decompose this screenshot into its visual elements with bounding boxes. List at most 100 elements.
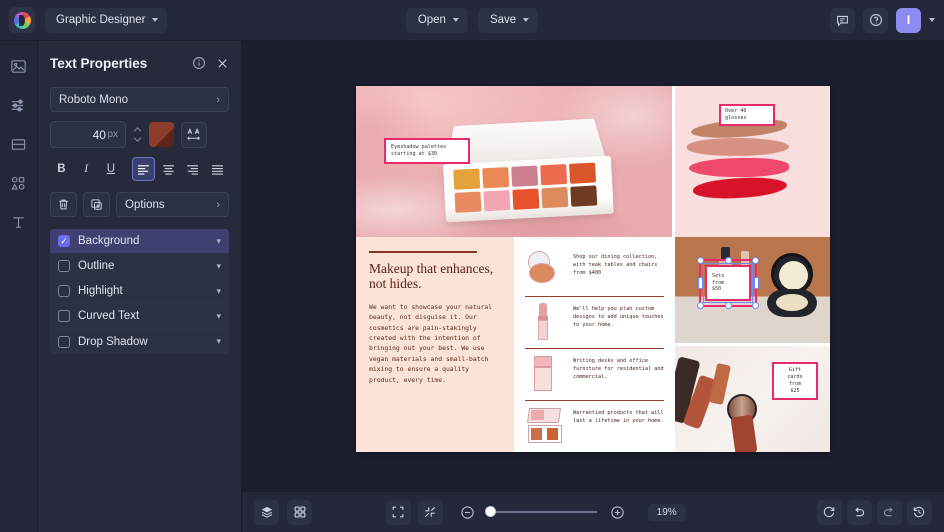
align-right-button[interactable]	[181, 157, 204, 181]
sidebar-item-shapes[interactable]	[8, 172, 30, 194]
editorial-copy-cell[interactable]: Makeup that enhances, not hides. We want…	[356, 237, 514, 452]
feature-list-cell[interactable]: Shop our dining collection, with teak ta…	[514, 237, 672, 452]
zoom-slider-knob[interactable]	[484, 506, 496, 517]
zoom-slider[interactable]	[484, 506, 597, 517]
font-family-select[interactable]: Roboto Mono ›	[50, 87, 229, 112]
resize-handle-left[interactable]	[697, 277, 703, 289]
resize-handle-bottom-left[interactable]	[697, 302, 704, 309]
italic-button[interactable]: I	[75, 157, 98, 181]
sidebar-item-layout[interactable]	[8, 133, 30, 155]
blush-palette-art	[525, 406, 565, 446]
label-eyeshadow[interactable]: Eyeshadow palettes starting at $30	[384, 138, 470, 164]
zoom-level-display[interactable]: 19%	[647, 503, 686, 521]
effect-row-curved-text[interactable]: Curved Text ▾	[50, 304, 229, 329]
user-avatar[interactable]: I	[896, 7, 921, 33]
sets-photo-cell[interactable]: Sets from $50	[675, 237, 830, 343]
right-column: Sets from $50 Gift cards from $25	[672, 237, 830, 452]
resize-handle-top[interactable]	[724, 257, 732, 264]
align-center-button[interactable]	[157, 157, 180, 181]
history-button[interactable]	[906, 499, 932, 525]
effect-row-drop-shadow[interactable]: Drop Shadow ▾	[50, 329, 229, 354]
effects-accordion-list: ✓ Background ▾ Outline ▾ Highlight ▾ Cur…	[50, 229, 229, 354]
resize-handle-top-right[interactable]	[752, 257, 759, 264]
list-item-text: Writing desks and office furniture for r…	[573, 358, 664, 381]
panel-title: Text Properties	[50, 55, 148, 71]
hero-photo-cell[interactable]: Eyeshadow palettes starting at $30	[356, 86, 672, 237]
shrink-button[interactable]	[417, 499, 443, 525]
effect-label: Curved Text	[78, 310, 140, 322]
panel-info-button[interactable]	[192, 56, 206, 70]
lipstick-copper-art	[730, 414, 758, 452]
chevron-down-icon[interactable]: ▾	[216, 286, 221, 297]
drop-shadow-checkbox[interactable]	[58, 335, 70, 348]
duplicate-button[interactable]	[83, 192, 110, 217]
top-right-actions: I	[830, 7, 935, 33]
text-properties-panel: Text Properties Roboto Mono › 40 px B I …	[38, 41, 242, 532]
help-button[interactable]	[863, 7, 888, 33]
letter-spacing-icon	[187, 127, 201, 140]
label-gift-cards[interactable]: Gift cards from $25	[772, 362, 818, 400]
chevron-down-icon[interactable]: ▾	[216, 336, 221, 347]
redo-button[interactable]	[876, 499, 902, 525]
align-left-button[interactable]	[131, 157, 155, 181]
undo-button[interactable]	[846, 499, 872, 525]
outline-checkbox[interactable]	[58, 260, 70, 272]
account-chevron-down-icon[interactable]	[929, 18, 935, 22]
fit-screen-button[interactable]	[385, 499, 411, 525]
comment-button[interactable]	[830, 7, 855, 33]
text-color-swatch[interactable]	[149, 122, 174, 147]
resize-handle-bottom-right[interactable]	[752, 302, 759, 309]
open-button[interactable]: Open	[405, 7, 468, 33]
artboard[interactable]: Eyeshadow palettes starting at $30 Over …	[356, 86, 830, 452]
font-size-stepper[interactable]	[133, 127, 142, 142]
resize-handle-top-left[interactable]	[697, 257, 704, 264]
grid-button[interactable]	[287, 499, 312, 525]
background-checkbox[interactable]: ✓	[58, 235, 70, 247]
sidebar-item-text[interactable]	[8, 211, 30, 233]
zoom-out-button[interactable]	[457, 501, 479, 523]
panel-close-button[interactable]	[216, 57, 229, 70]
color-wheel-logo-icon	[13, 11, 31, 29]
italic-label: I	[84, 163, 89, 175]
document-name-dropdown[interactable]: Graphic Designer	[45, 7, 168, 33]
label-gloss[interactable]: Over 40 glosses	[719, 104, 775, 126]
canvas-stage[interactable]: Eyeshadow palettes starting at $30 Over …	[242, 41, 944, 491]
list-item[interactable]: We'll help you plan custom designs to ad…	[525, 296, 664, 348]
font-size-input[interactable]: 40 px	[50, 121, 126, 148]
chevron-down-icon[interactable]: ▾	[216, 236, 221, 247]
effect-row-highlight[interactable]: Highlight ▾	[50, 279, 229, 304]
save-button[interactable]: Save	[477, 7, 539, 33]
underline-button[interactable]: U	[100, 157, 123, 181]
effect-row-background[interactable]: ✓ Background ▾	[50, 229, 229, 254]
resize-handle-bottom[interactable]	[724, 302, 732, 309]
options-button[interactable]: Options ›	[116, 192, 229, 217]
zoom-in-icon	[611, 505, 624, 519]
layout-icon	[11, 138, 26, 150]
list-item[interactable]: Shop our dining collection, with teak ta…	[525, 245, 664, 296]
gloss-swatches-cell[interactable]: Over 40 glosses	[672, 86, 830, 237]
history-actions	[816, 499, 932, 525]
list-item[interactable]: Warrantied products that will last a lif…	[525, 400, 664, 452]
chevron-up-icon	[133, 127, 142, 132]
chevron-down-icon[interactable]: ▾	[216, 311, 221, 322]
highlight-checkbox[interactable]	[58, 285, 70, 297]
zoom-in-button[interactable]	[607, 501, 629, 523]
effect-row-outline[interactable]: Outline ▾	[50, 254, 229, 279]
chevron-down-icon[interactable]: ▾	[216, 261, 221, 272]
curved-text-checkbox[interactable]	[58, 310, 70, 322]
letter-spacing-button[interactable]	[181, 121, 207, 148]
gift-cards-photo-cell[interactable]: Gift cards from $25	[675, 343, 830, 452]
sidebar-item-image[interactable]	[8, 55, 30, 77]
delete-button[interactable]	[50, 192, 77, 217]
selection-bounding-box[interactable]	[697, 257, 759, 309]
app-logo-button[interactable]	[9, 7, 35, 33]
sidebar-item-adjustments[interactable]	[8, 94, 30, 116]
tool-rail	[0, 41, 38, 532]
resize-handle-right[interactable]	[753, 277, 759, 289]
reset-button[interactable]	[816, 499, 842, 525]
bold-button[interactable]: B	[50, 157, 73, 181]
list-item[interactable]: Writing desks and office furniture for r…	[525, 348, 664, 400]
lipstick-art	[525, 302, 565, 342]
align-justify-button[interactable]	[206, 157, 229, 181]
layers-button[interactable]	[254, 499, 279, 525]
